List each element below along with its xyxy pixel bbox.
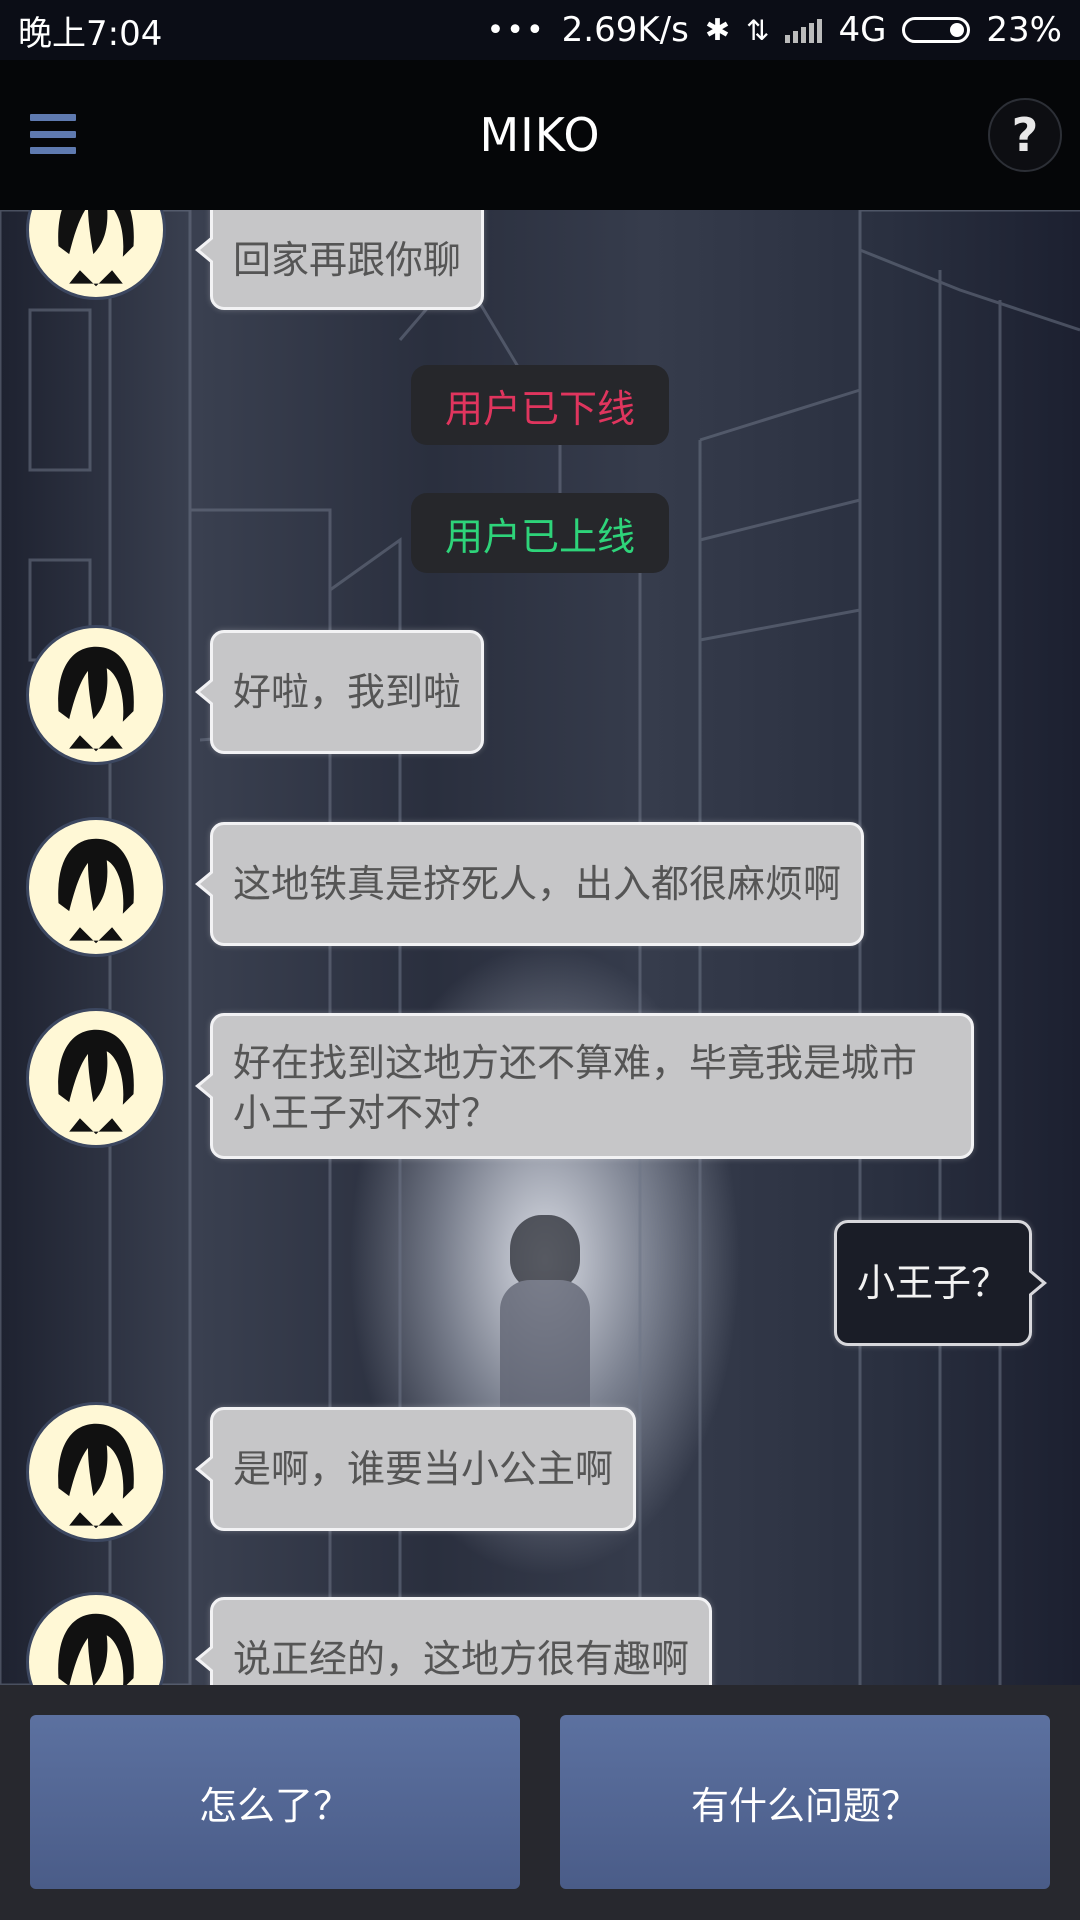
message-text: 小王子？: [857, 1261, 1010, 1305]
avatar: [26, 625, 166, 765]
message-bubble: 是啊，谁要当小公主啊: [194, 1407, 637, 1531]
system-offline-notice: 用户已下线: [411, 365, 669, 445]
message-bubble: 好在找到这地方还不算难，毕竟我是城市小王子对不对？: [195, 1013, 974, 1159]
reply-choice-button[interactable]: 有什么问题？: [560, 1715, 1050, 1889]
system-online-notice: 用户已上线: [411, 493, 669, 573]
chat-title: MIKO: [479, 108, 601, 162]
signal-icon: [785, 17, 823, 43]
network-type: 4G: [838, 10, 887, 50]
data-transfer-icon: ⇅: [745, 13, 770, 47]
reply-choices-bar: 怎么了？ 有什么问题？: [0, 1685, 1080, 1920]
message-bubble: 好啦，我到啦: [194, 630, 485, 754]
message-text: 说正经的，这地方很有趣啊: [233, 1637, 690, 1681]
message-text: 是啊，谁要当小公主啊: [233, 1447, 614, 1491]
avatar: [26, 1402, 166, 1542]
message-text: 回家再跟你聊: [233, 238, 462, 282]
message-bubble: 回家再跟你聊: [194, 210, 485, 310]
network-speed: 2.69K/s: [561, 10, 689, 50]
message-text: 这地铁真是挤死人，出入都很麻烦啊: [233, 862, 842, 906]
user-message-bubble: 小王子？: [834, 1220, 1048, 1346]
help-button[interactable]: ?: [988, 98, 1062, 172]
avatar: [26, 1008, 166, 1148]
message-text: 好啦，我到啦: [233, 670, 462, 714]
hamburger-menu-icon[interactable]: [30, 114, 76, 154]
status-time: 晚上7:04: [18, 13, 163, 54]
message-text: 好在找到这地方还不算难，毕竟我是城市小王子对不对？: [233, 1041, 918, 1135]
message-bubble: 说正经的，这地方很有趣啊: [194, 1597, 713, 1685]
status-bar: 晚上7:04 ••• 2.69K/s ✱ ⇅ 4G 23%: [0, 0, 1080, 60]
bluetooth-icon: ✱: [704, 12, 730, 48]
chat-area[interactable]: 回家再跟你聊 用户已下线 用户已上线 好啦，我到啦 这地铁真是挤死人，出入都很麻…: [0, 210, 1080, 1685]
status-indicators: ••• 2.69K/s ✱ ⇅ 4G 23%: [487, 10, 1062, 50]
status-dots: •••: [486, 12, 546, 48]
app-header: MIKO ?: [0, 60, 1080, 210]
message-bubble: 这地铁真是挤死人，出入都很麻烦啊: [194, 822, 865, 946]
avatar: [26, 817, 166, 957]
reply-choice-button[interactable]: 怎么了？: [30, 1715, 520, 1889]
battery-percent: 23%: [986, 10, 1062, 50]
battery-icon: [902, 17, 971, 43]
